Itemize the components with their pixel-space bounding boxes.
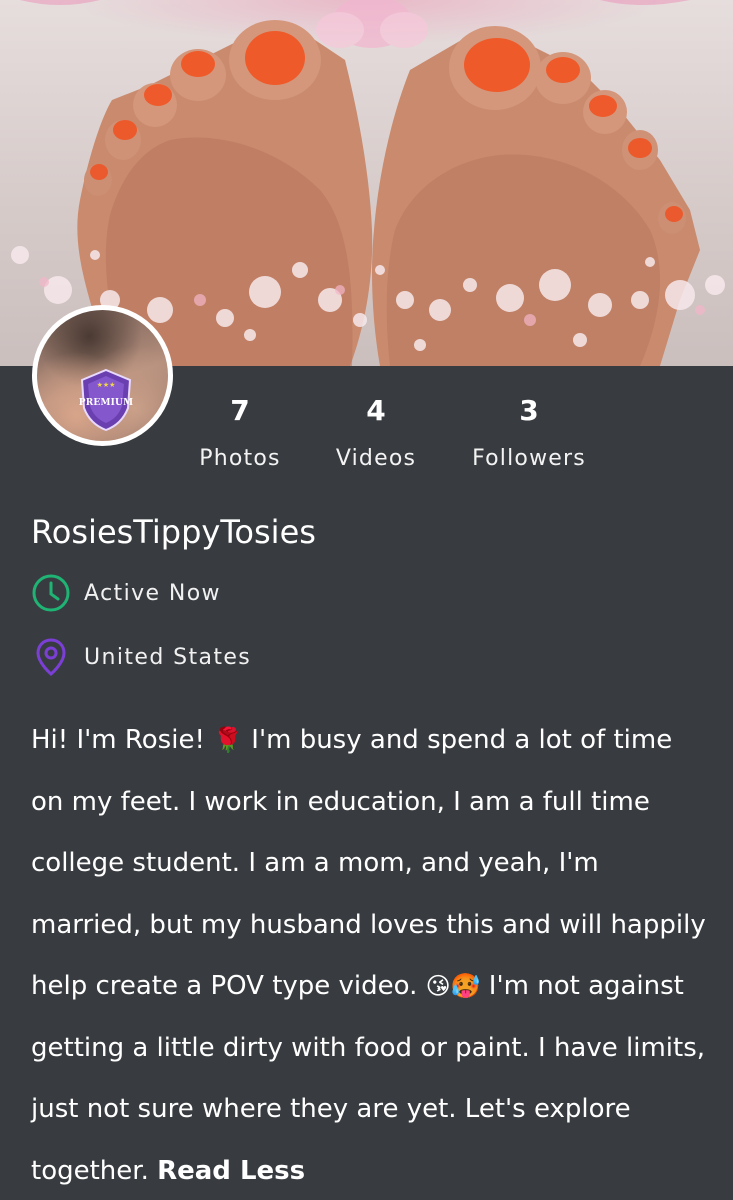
videos-label: Videos bbox=[335, 446, 417, 471]
stat-videos[interactable]: 4 Videos bbox=[326, 392, 426, 476]
bio-part-1: Hi! I'm Rosie! bbox=[31, 725, 214, 755]
svg-text:★★★: ★★★ bbox=[97, 381, 116, 389]
photos-label: Photos bbox=[199, 446, 281, 471]
location-pin-icon bbox=[36, 638, 66, 676]
avatar[interactable]: ★★★ PREMIUM bbox=[32, 305, 173, 446]
stat-followers[interactable]: 3 Followers bbox=[458, 392, 600, 476]
read-less-link[interactable]: Read Less bbox=[157, 1156, 305, 1186]
premium-badge-label: PREMIUM bbox=[78, 398, 134, 408]
clock-icon bbox=[32, 574, 70, 612]
rose-emoji-icon: 🌹 bbox=[213, 726, 244, 754]
avatar-photo: ★★★ PREMIUM bbox=[37, 310, 168, 441]
bio-part-3: I'm not against getting a little dirty w… bbox=[31, 971, 706, 1186]
followers-label: Followers bbox=[472, 446, 586, 471]
kiss-hot-face-emoji-icon: 😘🥵 bbox=[425, 972, 481, 1000]
bio-part-2: I'm busy and spend a lot of time on my f… bbox=[31, 725, 706, 1001]
username: RosiesTippyTosies bbox=[31, 513, 316, 551]
location-text: United States bbox=[84, 644, 252, 670]
status-row: Active Now bbox=[31, 573, 221, 613]
followers-count: 3 bbox=[519, 394, 539, 427]
stat-photos[interactable]: 7 Photos bbox=[190, 392, 290, 476]
videos-count: 4 bbox=[366, 394, 386, 427]
profile-page: ★★★ PREMIUM 7 Photos 4 Videos 3 Follower… bbox=[0, 0, 733, 1200]
location-row: United States bbox=[31, 637, 251, 677]
bio-text: Hi! I'm Rosie! 🌹 I'm busy and spend a lo… bbox=[31, 710, 711, 1200]
photos-count: 7 bbox=[230, 394, 250, 427]
status-text: Active Now bbox=[84, 580, 221, 606]
